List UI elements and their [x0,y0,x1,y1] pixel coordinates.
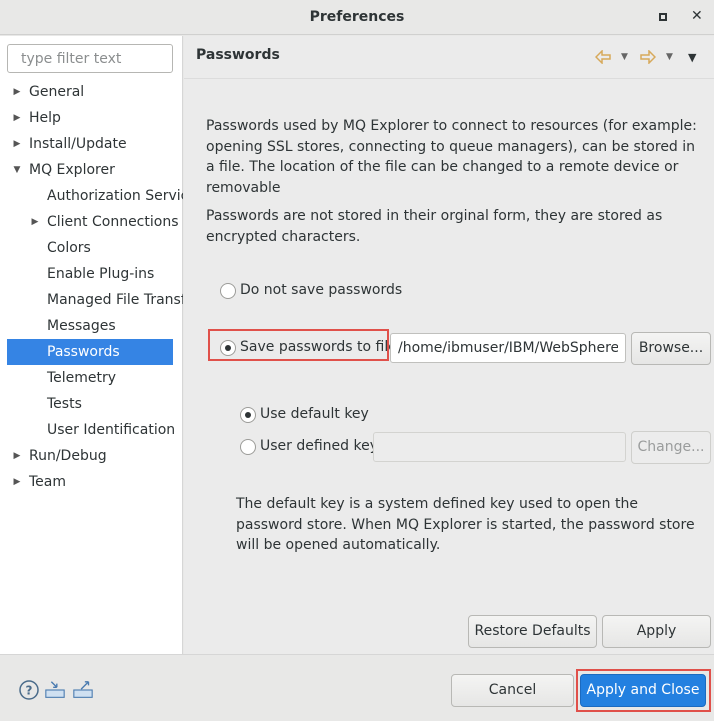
tree-item-client-connections[interactable]: ▶ Client Connections [0,209,183,235]
browse-button[interactable]: Browse... [631,332,711,365]
tree-item-label: Team [29,474,67,490]
tree-item-label: Telemetry [47,370,117,386]
back-dropdown-icon[interactable]: ▼ [621,52,628,62]
tree-item-label: Help [29,110,61,126]
encryption-note: Passwords are not stored in their orgina… [206,208,663,245]
apply-button[interactable]: Apply [602,615,711,648]
tree-item-label: Passwords [47,344,120,360]
tree-item-label: Enable Plug-ins [47,266,155,282]
tree-item-label: Tests [47,396,82,412]
chevron-right-icon[interactable]: ▶ [12,469,22,495]
tree-item-install-update[interactable]: ▶ Install/Update [0,131,183,157]
window-title: Preferences [309,9,405,25]
user-defined-key-label[interactable]: User defined key [260,438,378,454]
tree-item-tests[interactable]: Tests [0,391,183,417]
tree-item-authorization-servic[interactable]: Authorization Servic [0,183,183,209]
chevron-right-icon[interactable]: ▶ [12,131,22,157]
tree-item-managed-file-transf[interactable]: Managed File Transf [0,287,183,313]
tree-item-label: Messages [47,318,116,334]
restore-defaults-button[interactable]: Restore Defaults [468,615,597,648]
tree-item-passwords[interactable]: Passwords [7,339,173,365]
chevron-right-icon[interactable]: ▶ [30,209,40,235]
do-not-save-radio[interactable] [220,283,236,299]
tree-item-general[interactable]: ▶ General [0,79,183,105]
do-not-save-label[interactable]: Do not save passwords [240,282,402,298]
tree-item-label: Client Connections [47,214,179,230]
default-key-note: The default key is a system defined key … [236,496,695,553]
tree-item-messages[interactable]: Messages [0,313,183,339]
chevron-right-icon[interactable]: ▶ [12,105,22,131]
tree-item-label: General [29,84,85,100]
help-icon[interactable]: ? [18,679,40,701]
chevron-right-icon[interactable]: ▶ [12,443,22,469]
forward-dropdown-icon[interactable]: ▼ [666,52,673,62]
export-icon[interactable] [72,679,94,701]
preference-tree: ▶ General ▶ Help ▶ Install/Update ▼ MQ Explorer… [0,79,183,495]
save-to-file-label[interactable]: Save passwords to file [240,339,397,355]
user-key-input[interactable] [373,432,626,462]
back-arrow-icon[interactable] [595,50,611,64]
cancel-button[interactable]: Cancel [451,674,574,707]
tree-item-enable-plug-ins[interactable]: Enable Plug-ins [0,261,183,287]
tree-item-telemetry[interactable]: Telemetry [0,365,183,391]
tree-item-label: Install/Update [29,136,127,152]
tree-item-mq-explorer[interactable]: ▼ MQ Explorer [0,157,183,183]
svg-text:?: ? [26,684,33,698]
preference-page: Passwords ▼ ▼ ▼ Passwords used by MQ Exp… [184,36,714,654]
view-menu-icon[interactable]: ▼ [688,51,696,64]
chevron-right-icon[interactable]: ▶ [12,79,22,105]
tree-item-colors[interactable]: Colors [0,235,183,261]
change-button[interactable]: Change... [631,431,711,464]
tree-item-label: Colors [47,240,91,256]
default-key-radio[interactable] [240,407,256,423]
tree-item-label: User Identification [47,422,176,438]
tree-item-label: MQ Explorer [29,162,115,178]
dialog-footer: ? Cancel Apply and Close [0,654,714,721]
tree-item-label: Run/Debug [29,448,107,464]
tree-item-user-identification[interactable]: User Identification [0,417,183,443]
page-title: Passwords [196,47,280,63]
maximize-icon[interactable] [657,10,671,24]
password-file-path-input[interactable] [390,333,626,363]
filter-input[interactable] [7,44,173,73]
import-icon[interactable] [44,679,66,701]
apply-and-close-button[interactable]: Apply and Close [580,674,706,707]
tree-item-team[interactable]: ▶ Team [0,469,183,495]
tree-item-run-debug[interactable]: ▶ Run/Debug [0,443,183,469]
save-to-file-radio[interactable] [220,340,236,356]
intro-text: Passwords used by MQ Explorer to connect… [206,118,697,196]
tree-item-label: Managed File Transf [47,292,183,308]
preference-tree-panel: ▶ General ▶ Help ▶ Install/Update ▼ MQ Explorer… [0,36,183,654]
tree-item-help[interactable]: ▶ Help [0,105,183,131]
tree-item-label: Authorization Servic [47,188,183,204]
header-divider [184,78,714,79]
user-defined-key-radio[interactable] [240,439,256,455]
close-icon[interactable]: ✕ [691,9,705,23]
title-bar: Preferences ✕ [0,0,714,35]
default-key-label[interactable]: Use default key [260,406,369,422]
forward-arrow-icon[interactable] [640,50,656,64]
chevron-down-icon[interactable]: ▼ [12,157,22,183]
